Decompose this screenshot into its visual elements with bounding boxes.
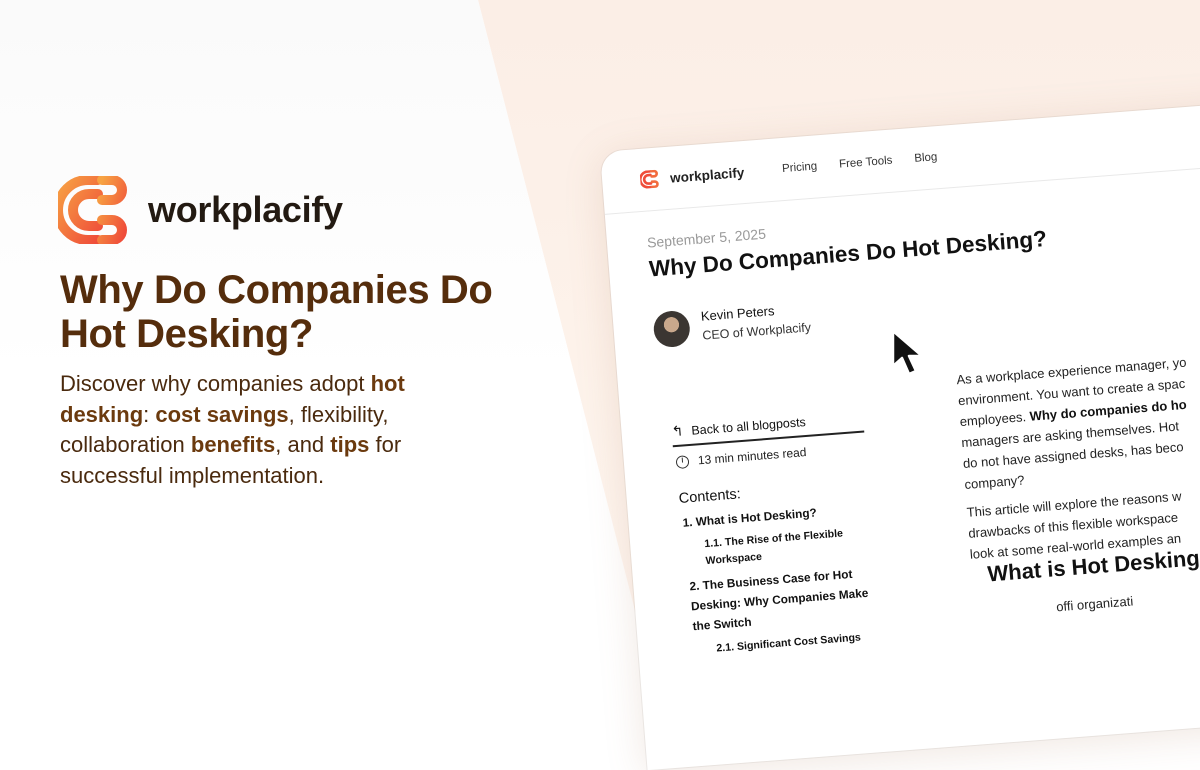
brand-name: workplacify (148, 189, 343, 230)
back-arrow-icon: ↰ (671, 422, 684, 440)
back-label: Back to all blogposts (690, 414, 807, 438)
contents-heading: Contents: (678, 486, 742, 507)
toc-item[interactable]: Workspace (705, 547, 763, 571)
workplacify-logo-icon[interactable] (639, 169, 661, 189)
nav-link-blog[interactable]: Blog (914, 151, 938, 165)
author-role: CEO of Workplacify (701, 320, 812, 343)
author-name: Kevin Peters (700, 303, 775, 324)
mouse-cursor-icon (891, 329, 924, 376)
article-line: company? (964, 472, 1025, 492)
post-date: September 5, 2025 (646, 225, 767, 251)
author-avatar (652, 309, 692, 349)
read-time-label: 13 min minutes read (697, 445, 807, 468)
read-time: 13 min minutes read (675, 445, 807, 469)
article-line: offi organizati (1055, 593, 1134, 615)
nav-link-pricing[interactable]: Pricing (782, 160, 818, 175)
blog-post-mockup: workplacify Pricing Free Tools Blog Sept… (600, 96, 1200, 770)
toc-item[interactable]: the Switch (692, 612, 752, 636)
nav-brand-name[interactable]: workplacify (670, 165, 745, 186)
clock-icon (675, 454, 690, 469)
description: Discover why companies adopt hot desking… (60, 371, 405, 488)
headline: Why Do Companies Do Hot Desking? (60, 268, 493, 356)
workplacify-logo-icon (58, 176, 127, 244)
brand: workplacify (58, 176, 343, 244)
nav-link-free-tools[interactable]: Free Tools (839, 155, 893, 171)
